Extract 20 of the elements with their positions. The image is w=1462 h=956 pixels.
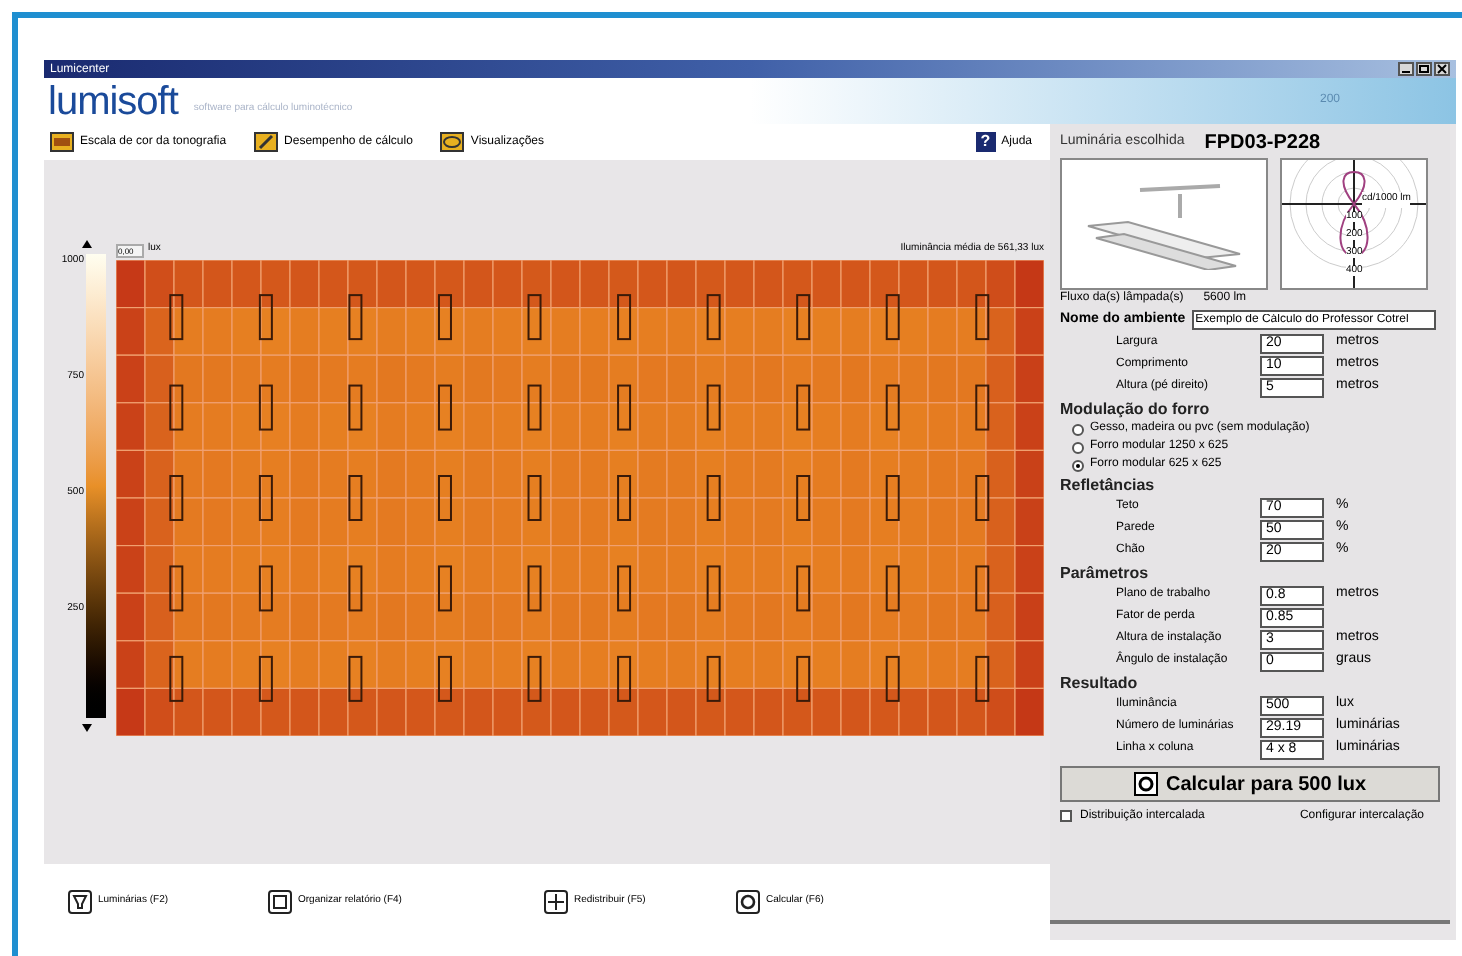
minimize-icon[interactable] <box>1398 62 1414 76</box>
radio-button[interactable] <box>1072 459 1084 471</box>
section-heading: Modulação do forro <box>1060 398 1212 420</box>
radio-button[interactable] <box>1072 423 1084 435</box>
calculate-button[interactable]: Calcular para 500 lux <box>1060 766 1440 802</box>
pencil-icon <box>254 132 279 152</box>
scroll-up-icon[interactable] <box>81 240 91 248</box>
section-heading: Parâmetros <box>1060 562 1151 584</box>
checkbox[interactable] <box>1060 810 1072 822</box>
help-icon: ? <box>975 132 996 152</box>
logo: lumisoft <box>48 79 178 123</box>
scroll-down-icon[interactable] <box>81 724 91 732</box>
maximize-icon[interactable] <box>1416 62 1432 76</box>
section-heading: Resultado <box>1060 672 1140 694</box>
color-scale-icon <box>50 132 74 152</box>
close-icon[interactable] <box>1434 62 1450 76</box>
luminaire-model: FPD03-P228 <box>1204 129 1321 157</box>
section-heading: Refletâncias <box>1060 474 1157 496</box>
radio-button[interactable] <box>1072 441 1084 453</box>
eye-icon <box>440 132 465 152</box>
